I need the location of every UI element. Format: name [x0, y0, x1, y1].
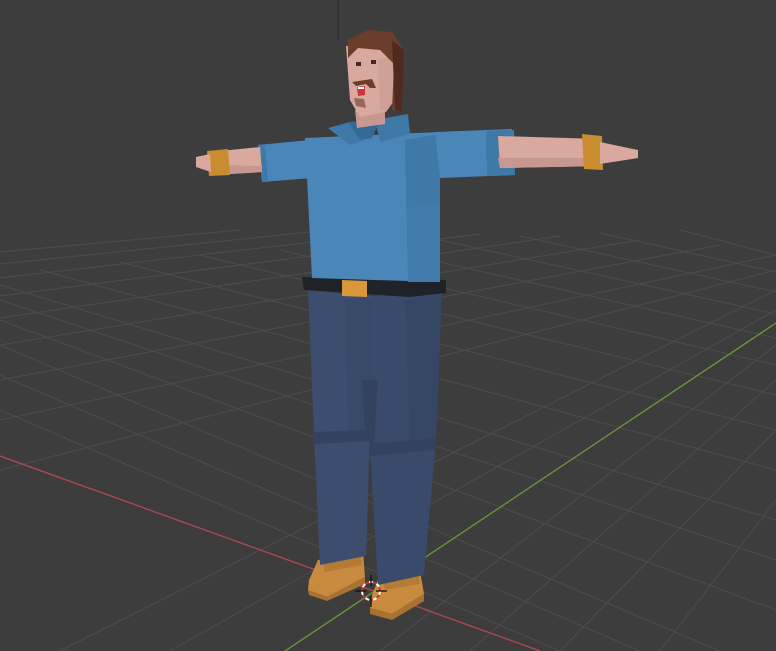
- right-eye: [371, 60, 376, 64]
- head[interactable]: [346, 30, 404, 117]
- 3d-viewport[interactable]: [0, 0, 776, 651]
- viewport-canvas[interactable]: [0, 0, 776, 651]
- left-eye: [356, 62, 361, 66]
- belt-buckle: [342, 280, 367, 297]
- shirt[interactable]: [305, 114, 440, 282]
